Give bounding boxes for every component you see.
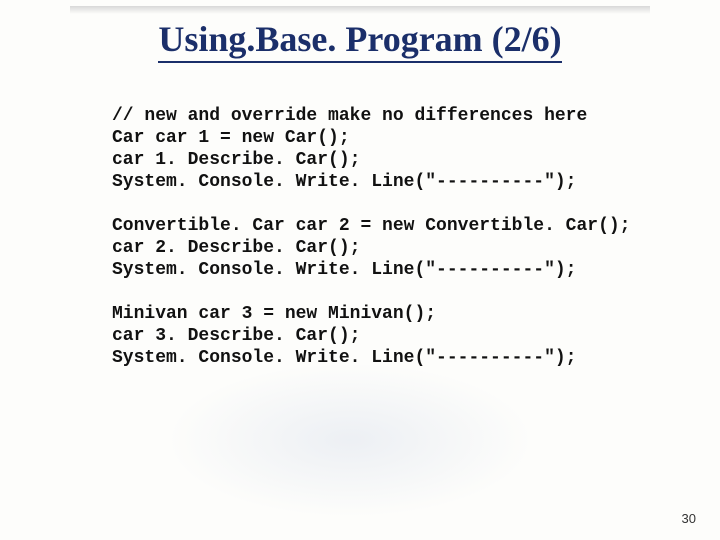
slide-title-text: Using.Base. Program (2/6) <box>158 19 561 63</box>
code-block-1: // new and override make no differences … <box>112 106 587 192</box>
code-block-3: Minivan car 3 = new Minivan(); car 3. De… <box>112 304 576 368</box>
slide-title: Using.Base. Program (2/6) <box>0 18 720 60</box>
code-area: // new and override make no differences … <box>112 105 630 369</box>
top-shadow <box>70 6 650 14</box>
code-block-2: Convertible. Car car 2 = new Convertible… <box>112 216 630 280</box>
page-number: 30 <box>682 511 696 526</box>
slide: Using.Base. Program (2/6) // new and ove… <box>0 0 720 540</box>
